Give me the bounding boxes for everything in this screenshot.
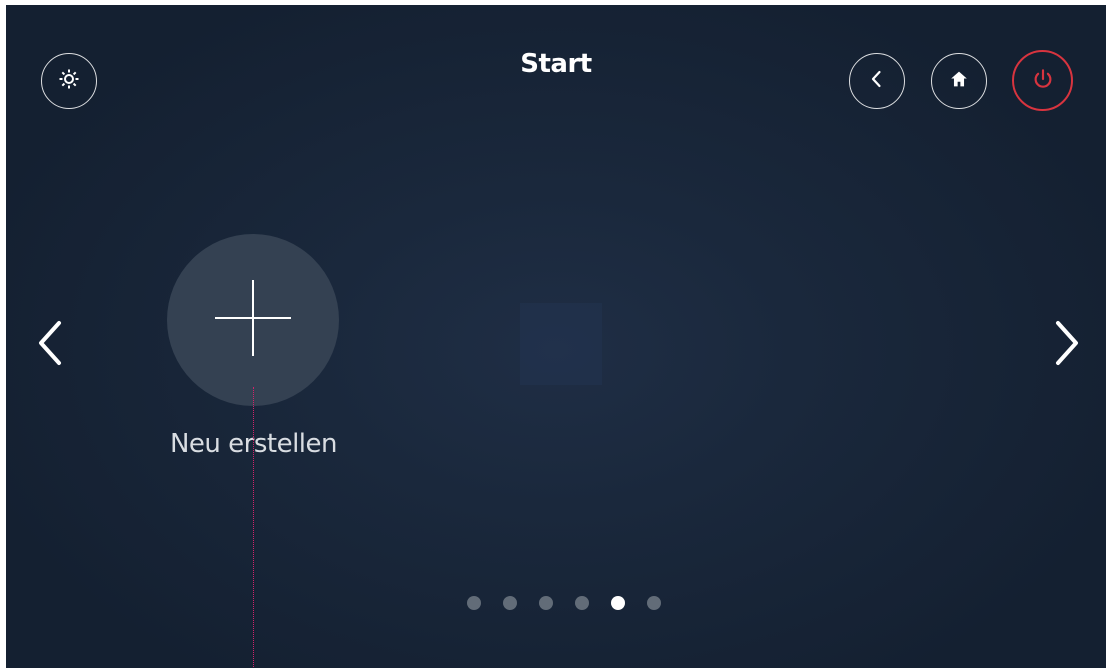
guide-line (253, 387, 254, 668)
back-button[interactable] (849, 53, 905, 109)
chevron-left-icon (31, 321, 71, 377)
plus-icon (213, 278, 293, 362)
pagination-dot[interactable] (539, 596, 553, 610)
add-new-button[interactable] (167, 234, 339, 406)
pagination-dot[interactable] (575, 596, 589, 610)
next-page-button[interactable] (1046, 313, 1086, 373)
power-icon (1030, 66, 1056, 96)
home-button[interactable] (931, 53, 987, 109)
screen: Start Neu erstellen (6, 5, 1106, 668)
pagination-dot[interactable] (503, 596, 517, 610)
chevron-left-icon (865, 67, 889, 95)
home-icon (948, 68, 970, 94)
pagination-dot[interactable] (467, 596, 481, 610)
pagination-dots (6, 596, 1106, 610)
chevron-right-icon (1046, 321, 1086, 377)
pagination-dot[interactable] (647, 596, 661, 610)
power-button[interactable] (1012, 50, 1073, 111)
previous-page-button[interactable] (31, 313, 71, 373)
pagination-dot-active[interactable] (611, 596, 625, 610)
background-highlight (520, 303, 602, 385)
